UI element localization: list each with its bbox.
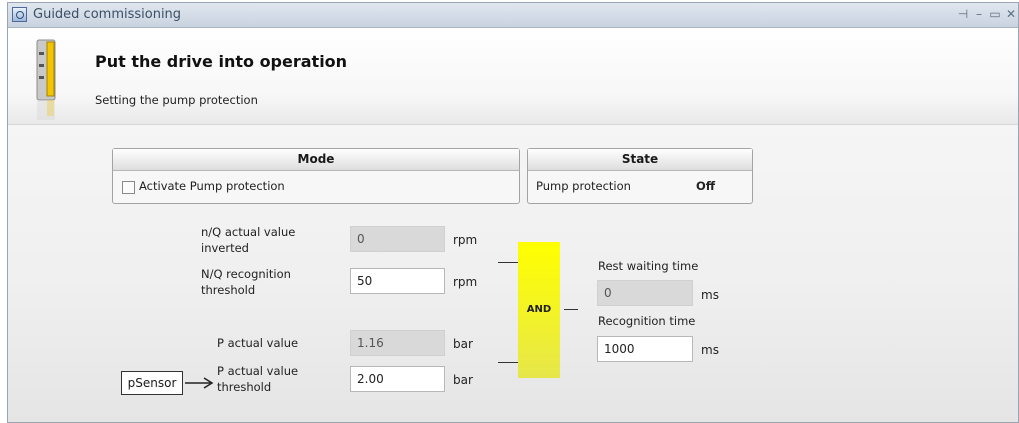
- app-icon: [12, 7, 27, 22]
- maximize-icon[interactable]: ▭: [988, 7, 1002, 21]
- and-input-line-top: [498, 262, 518, 263]
- recognition-time-label: Recognition time: [598, 314, 696, 328]
- page-header: Put the drive into operation Setting the…: [8, 28, 1018, 125]
- close-icon[interactable]: ✕: [1004, 7, 1018, 21]
- page-title: Put the drive into operation: [95, 52, 348, 71]
- and-input-line-bottom: [498, 362, 518, 363]
- window-titlebar: Guided commissioning ⊣ – ▭ ✕: [8, 3, 1018, 28]
- p-actual-unit: bar: [453, 337, 473, 351]
- pump-protection-panel: Mode Activate Pump protection State Pump…: [8, 125, 1018, 422]
- and-logic-gate: AND: [518, 242, 560, 378]
- and-output-line: [564, 309, 578, 310]
- nq-threshold-label: N/Q recognition threshold: [201, 267, 291, 297]
- nq-threshold-unit: rpm: [453, 275, 478, 289]
- pin-icon[interactable]: ⊣: [956, 7, 970, 21]
- activate-pump-protection-checkbox[interactable]: [122, 181, 135, 194]
- right-arrow-icon: [185, 377, 214, 389]
- psensor-box: pSensor: [121, 371, 183, 395]
- rest-waiting-time-field: 0: [597, 280, 693, 306]
- nq-threshold-input[interactable]: [350, 268, 445, 294]
- p-threshold-unit: bar: [453, 373, 473, 387]
- p-threshold-label: P actual value threshold: [217, 364, 299, 394]
- recognition-time-input[interactable]: [597, 336, 693, 362]
- rest-waiting-time-unit: ms: [701, 288, 719, 302]
- state-group: State Pump protection Off: [527, 148, 753, 204]
- nq-actual-unit: rpm: [453, 233, 478, 247]
- p-threshold-input[interactable]: [350, 366, 445, 392]
- page-subtitle: Setting the pump protection: [95, 93, 258, 107]
- mode-group-title: Mode: [113, 149, 519, 171]
- pump-protection-state-label: Pump protection: [536, 179, 631, 193]
- guided-commissioning-window: Guided commissioning ⊣ – ▭ ✕ Put the dri…: [7, 2, 1019, 423]
- nq-actual-label: n/Q actual value inverted: [201, 225, 296, 255]
- pump-protection-state-value: Off: [696, 179, 716, 193]
- window-title: Guided commissioning: [33, 7, 182, 22]
- nq-actual-value-field: 0: [350, 226, 445, 252]
- activate-pump-protection-label: Activate Pump protection: [139, 179, 285, 193]
- p-actual-value-field: 1.16: [350, 330, 445, 356]
- drive-device-icon: [36, 39, 56, 120]
- minimize-icon[interactable]: –: [972, 7, 986, 21]
- state-group-title: State: [528, 149, 752, 171]
- mode-group: Mode Activate Pump protection: [112, 148, 520, 204]
- p-actual-label: P actual value: [217, 336, 299, 350]
- rest-waiting-time-label: Rest waiting time: [598, 259, 699, 273]
- recognition-time-unit: ms: [701, 343, 719, 357]
